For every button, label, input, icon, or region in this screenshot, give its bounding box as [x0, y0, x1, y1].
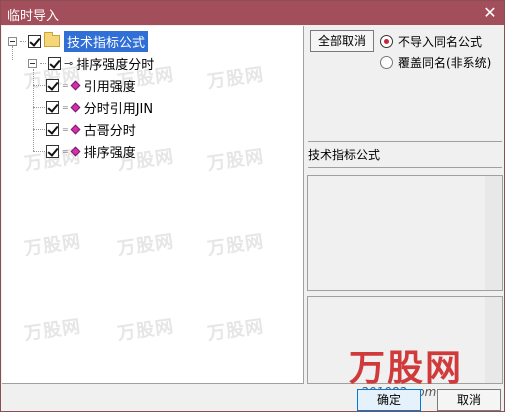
folder-icon	[44, 32, 60, 47]
leaf-checkbox[interactable]	[46, 144, 59, 158]
scrollbar[interactable]	[485, 176, 502, 290]
formula-gem-icon	[70, 80, 81, 90]
tree-leaf-label: 分时引用JIN	[83, 101, 154, 117]
formula-gem-icon	[70, 146, 81, 156]
leaf-checkbox[interactable]	[46, 122, 59, 136]
formula-gem-icon	[70, 124, 81, 134]
formula-description-box[interactable]	[307, 175, 503, 291]
formula-tree[interactable]: 万股网 万股网 万股网 万股网 万股网 万股网 万股网 万股网 万股网 万股网 …	[2, 26, 304, 384]
radio-overwrite[interactable]	[380, 56, 393, 69]
cancel-button[interactable]: 取消	[437, 389, 501, 411]
option-skip-duplicates[interactable]: 不导入同名公式	[380, 33, 482, 50]
divider	[308, 141, 502, 142]
watermark: 万股网	[206, 64, 266, 93]
key-icon: ⊸	[64, 56, 74, 70]
tree-leaf[interactable]: = 排序强度	[46, 141, 136, 161]
tree-leaf[interactable]: = 引用强度	[46, 75, 136, 95]
import-dialog: 临时导入 ✕ 万股网 万股网 万股网 万股网 万股网 万股网 万股网 万股网 万…	[0, 0, 505, 412]
watermark: 万股网	[116, 316, 176, 345]
collapse-icon[interactable]	[8, 36, 17, 46]
brand-logo: 万股网	[349, 348, 464, 389]
tree-leaf-label: 排序强度	[83, 145, 136, 161]
watermark: 万股网	[206, 146, 266, 175]
option-label: 覆盖同名(非系统)	[398, 56, 492, 70]
leaf-checkbox[interactable]	[46, 78, 59, 92]
watermark: 万股网	[116, 231, 176, 260]
radio-skip-duplicates[interactable]	[380, 35, 393, 48]
option-overwrite[interactable]: 覆盖同名(非系统)	[380, 54, 491, 71]
tree-leaf-label: 引用强度	[83, 79, 136, 95]
scrollbar[interactable]	[485, 297, 502, 383]
option-label: 不导入同名公式	[398, 35, 483, 49]
title-bar[interactable]: 临时导入 ✕	[1, 1, 504, 25]
tree-node-root[interactable]: 技术指标公式	[8, 30, 149, 52]
tree-leaf[interactable]: = 古哥分时	[46, 119, 136, 139]
divider	[308, 167, 502, 168]
child-checkbox[interactable]	[48, 56, 61, 70]
tree-leaf-label: 古哥分时	[83, 123, 136, 139]
dialog-title: 临时导入	[7, 9, 60, 24]
watermark: 万股网	[206, 316, 266, 345]
root-checkbox[interactable]	[28, 34, 41, 48]
formula-gem-icon	[70, 102, 81, 112]
close-icon[interactable]: ✕	[480, 3, 500, 23]
watermark: 万股网	[23, 316, 83, 345]
watermark: 万股网	[23, 231, 83, 260]
tree-leaf[interactable]: = 分时引用JIN	[46, 97, 153, 117]
tree-node-label: 排序强度分时	[76, 57, 155, 73]
watermark: 万股网	[206, 231, 266, 260]
collapse-icon[interactable]	[28, 58, 37, 68]
section-label: 技术指标公式	[308, 148, 381, 162]
leaf-checkbox[interactable]	[46, 100, 59, 114]
deselect-all-button[interactable]: 全部取消	[310, 30, 374, 52]
ok-button[interactable]: 确定	[357, 389, 421, 411]
tree-node-label: 技术指标公式	[64, 30, 149, 52]
tree-node-child[interactable]: ⊸ 排序强度分时	[28, 53, 154, 73]
